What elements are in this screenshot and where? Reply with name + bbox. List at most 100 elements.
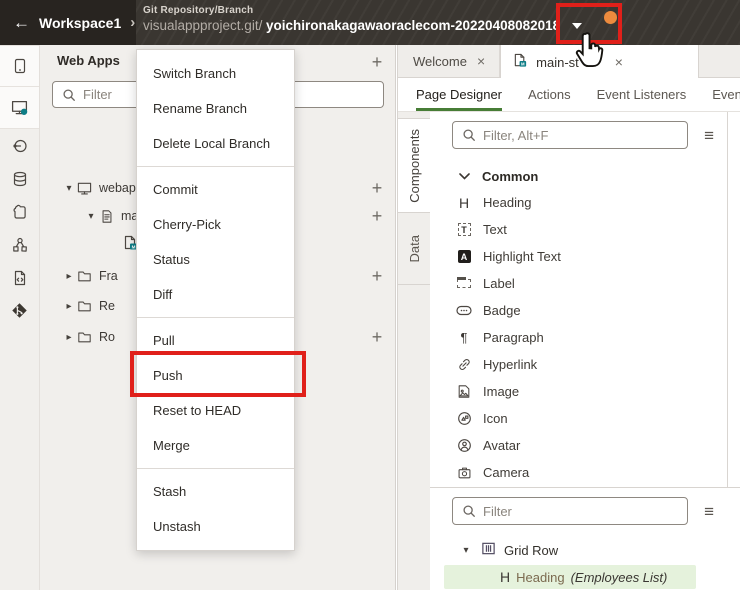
close-icon[interactable]: × <box>613 54 625 70</box>
add-flow-button[interactable]: + <box>368 179 386 197</box>
component-hyperlink[interactable]: Hyperlink <box>430 351 740 378</box>
menu-item-push[interactable]: Push <box>137 358 294 393</box>
business-objects-icon[interactable] <box>0 162 39 195</box>
subtab-actions[interactable]: Actions <box>528 78 571 111</box>
service-connections-icon[interactable] <box>0 129 39 162</box>
tab-label: Welcome <box>413 54 467 69</box>
tab-main-start[interactable]: M main-st × <box>500 45 699 79</box>
menu-item-status[interactable]: Status <box>137 242 294 277</box>
tree-item-label: Ro <box>99 330 115 344</box>
palette-scrollbar[interactable] <box>727 112 728 487</box>
tree-item-folder-root[interactable]: ▸ Ro <box>62 326 115 348</box>
structure-filter-input[interactable] <box>483 504 678 519</box>
avatar-icon <box>456 438 472 454</box>
menu-item-switch-branch[interactable]: Switch Branch <box>137 56 294 91</box>
menu-separator <box>137 317 294 318</box>
menu-item-commit[interactable]: Commit <box>137 172 294 207</box>
web-apps-icon[interactable] <box>0 87 39 129</box>
vertical-tab-label: Components <box>407 129 422 203</box>
component-label: Text <box>483 222 507 237</box>
component-icon[interactable]: Icon <box>430 405 740 432</box>
component-label: Badge <box>483 303 521 318</box>
palette-menu-icon[interactable]: ≡ <box>704 127 714 144</box>
structure-filter <box>452 497 688 525</box>
git-repo-header: Git Repository/Branch visualappproject.g… <box>136 0 740 45</box>
tree-item-flow[interactable]: ▾ ma <box>84 205 138 227</box>
components-icon[interactable] <box>0 228 39 261</box>
component-paragraph[interactable]: ¶ Paragraph <box>430 324 740 351</box>
text-icon: T <box>456 222 472 238</box>
heading-icon: H <box>456 195 472 211</box>
add-page-button[interactable]: + <box>368 207 386 225</box>
caret-right-icon[interactable]: ▸ <box>62 332 76 343</box>
branch-dropdown-caret-icon[interactable] <box>572 23 582 29</box>
tab-welcome[interactable]: Welcome × <box>401 45 500 77</box>
components-filter-input[interactable] <box>483 128 678 143</box>
search-icon <box>62 88 76 102</box>
caret-down-icon[interactable]: ▾ <box>62 183 76 194</box>
component-label: Heading <box>483 195 531 210</box>
git-dropdown-menu: Switch Branch Rename Branch Delete Local… <box>136 49 295 551</box>
branch-name: yoichironakagawaoraclecom-20220408082018 <box>266 18 560 33</box>
menu-item-diff[interactable]: Diff <box>137 277 294 312</box>
menu-item-unstash[interactable]: Unstash <box>137 509 294 544</box>
structure-item-heading[interactable]: H Heading (Employees List) <box>444 565 696 589</box>
paragraph-icon: ¶ <box>456 330 472 346</box>
component-avatar[interactable]: Avatar <box>430 432 740 459</box>
structure-item-grid-row[interactable]: ▾ Grid Row <box>430 539 740 561</box>
subtab-events[interactable]: Events <box>712 78 740 111</box>
add-fragment-button[interactable]: + <box>368 267 386 285</box>
vertical-tab-components[interactable]: Components <box>398 118 431 213</box>
icon-icon <box>456 411 472 427</box>
caret-down-icon[interactable]: ▾ <box>84 211 98 222</box>
menu-item-pull[interactable]: Pull <box>137 323 294 358</box>
source-view-icon[interactable] <box>0 261 39 294</box>
component-label-item[interactable]: Label <box>430 270 740 297</box>
palette-content: ≡ Common H Heading T Text A Highlight Te… <box>430 112 740 590</box>
caret-down-icon[interactable]: ▾ <box>459 545 473 556</box>
component-label: Paragraph <box>483 330 544 345</box>
component-text[interactable]: T Text <box>430 216 740 243</box>
menu-item-reset-to-head[interactable]: Reset to HEAD <box>137 393 294 428</box>
caret-right-icon[interactable]: ▸ <box>62 271 76 282</box>
mobile-apps-icon[interactable] <box>0 45 39 87</box>
back-arrow-icon[interactable]: ← <box>13 14 30 31</box>
svg-text:M: M <box>131 244 135 249</box>
chevron-right-icon: › <box>130 14 135 31</box>
navigator-rail <box>0 45 40 590</box>
add-web-app-button[interactable]: + <box>368 53 386 71</box>
add-root-page-button[interactable]: + <box>368 328 386 346</box>
editor-panel: Welcome × M main-st × Page Designer Acti… <box>397 45 740 590</box>
git-repo-label: Git Repository/Branch <box>143 5 740 16</box>
subtab-page-designer[interactable]: Page Designer <box>416 78 502 111</box>
layouts-icon[interactable] <box>0 195 39 228</box>
section-title: Common <box>482 169 538 184</box>
subtab-event-listeners[interactable]: Event Listeners <box>597 78 687 111</box>
vertical-tab-data[interactable]: Data <box>398 213 430 285</box>
section-common[interactable]: Common <box>430 163 740 189</box>
structure-menu-icon[interactable]: ≡ <box>704 503 714 520</box>
workspace-header: ← Workspace1 › <box>0 0 136 45</box>
component-heading[interactable]: H Heading <box>430 189 740 216</box>
component-image[interactable]: Image <box>430 378 740 405</box>
component-highlight-text[interactable]: A Highlight Text <box>430 243 740 270</box>
component-label: Label <box>483 276 515 291</box>
component-badge[interactable]: Badge <box>430 297 740 324</box>
menu-item-rename-branch[interactable]: Rename Branch <box>137 91 294 126</box>
component-camera[interactable]: Camera <box>430 459 740 486</box>
menu-item-stash[interactable]: Stash <box>137 474 294 509</box>
menu-item-delete-local-branch[interactable]: Delete Local Branch <box>137 126 294 161</box>
menu-item-merge[interactable]: Merge <box>137 428 294 463</box>
tree-item-webapp[interactable]: ▾ webap <box>62 177 136 199</box>
designer-subtabs: Page Designer Actions Event Listeners Ev… <box>398 78 740 112</box>
component-label: Camera <box>483 465 529 480</box>
menu-item-cherry-pick[interactable]: Cherry-Pick <box>137 207 294 242</box>
tree-item-folder-fragments[interactable]: ▸ Fra <box>62 265 118 287</box>
tree-item-folder-resources[interactable]: ▸ Re <box>62 295 115 317</box>
close-icon[interactable]: × <box>475 53 487 69</box>
tree-item-label: webap <box>99 181 136 195</box>
git-icon[interactable] <box>0 294 39 327</box>
component-label: Avatar <box>483 438 520 453</box>
grid-row-icon <box>481 541 496 559</box>
caret-right-icon[interactable]: ▸ <box>62 301 76 312</box>
